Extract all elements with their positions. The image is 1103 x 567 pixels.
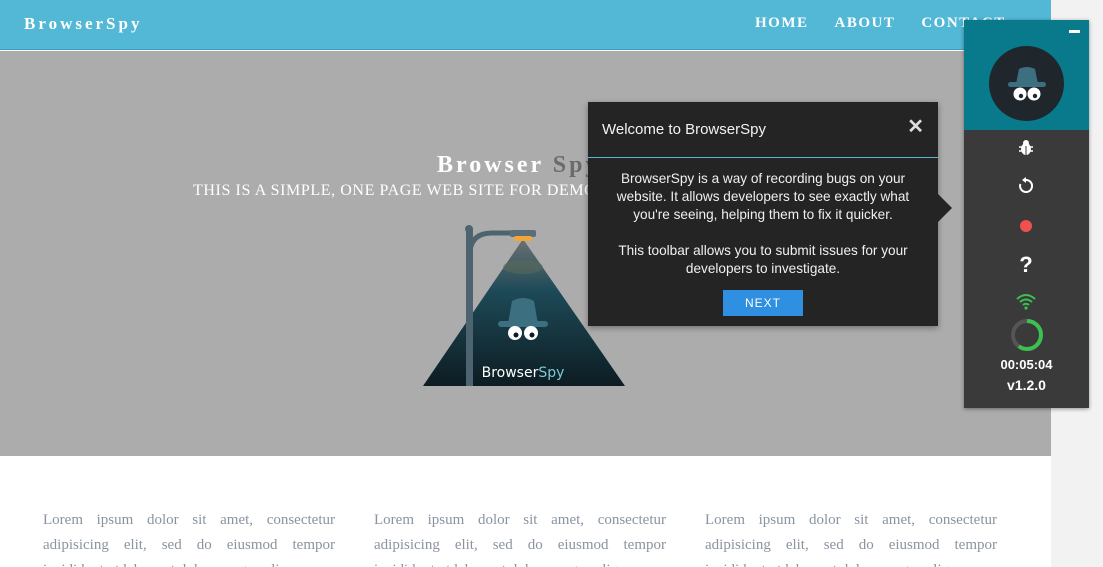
popup-paragraph-intro: BrowserSpy is a way of recording bugs on… [616,171,910,222]
refresh-icon[interactable] [1012,173,1040,199]
wifi-icon [1012,288,1040,314]
recording-timer: 00:05:04 [1000,357,1053,372]
popup-title: Welcome to BrowserSpy [602,121,766,138]
site-brand[interactable]: BrowserSpy [24,14,142,34]
navbar: BrowserSpy HOME ABOUT CONTACT [0,0,1051,50]
welcome-popup: Welcome to BrowserSpy ✕ BrowserSpy is a … [588,102,952,326]
minimize-icon[interactable] [1069,30,1080,33]
popup-header: Welcome to BrowserSpy ✕ [588,102,938,158]
bug-icon[interactable] [1012,135,1040,161]
next-button[interactable]: NEXT [723,290,803,316]
toolbar-header [964,20,1089,130]
close-icon[interactable]: ✕ [907,117,924,137]
version-label: v1.2.0 [1007,377,1046,393]
popup-paragraph-toolbar: This toolbar allows you to submit issues… [618,243,908,276]
hero-title: Browser Spy [437,152,600,179]
record-icon[interactable] [1012,213,1040,239]
popup-pointer [938,194,952,222]
features-section: Lorem ipsum dolor sit amet, consectetur … [0,456,1051,567]
help-icon[interactable]: ? [1012,252,1040,278]
browserspy-toolbar: ? 00:05:04 v1.2.0 [964,20,1089,408]
feature-column-2: Lorem ipsum dolor sit amet, consectetur … [374,512,666,567]
logo-text-spy: Spy [538,365,564,381]
logo-text-browser: Browser [482,365,539,381]
progress-ring [1010,318,1044,352]
feature-column-3: Lorem ipsum dolor sit amet, consectetur … [705,512,997,567]
popup-body: BrowserSpy is a way of recording bugs on… [588,158,938,278]
nav-link-home[interactable]: HOME [755,15,809,32]
svg-text:BrowserSpy: BrowserSpy [482,365,565,381]
hero-subtitle: THIS IS A SIMPLE, ONE PAGE WEB SITE FOR … [193,182,597,199]
spy-icon[interactable] [989,46,1064,121]
feature-column-1: Lorem ipsum dolor sit amet, consectetur … [43,512,335,567]
hero-title-part1: Browser [437,152,544,178]
nav-link-about[interactable]: ABOUT [835,15,896,32]
